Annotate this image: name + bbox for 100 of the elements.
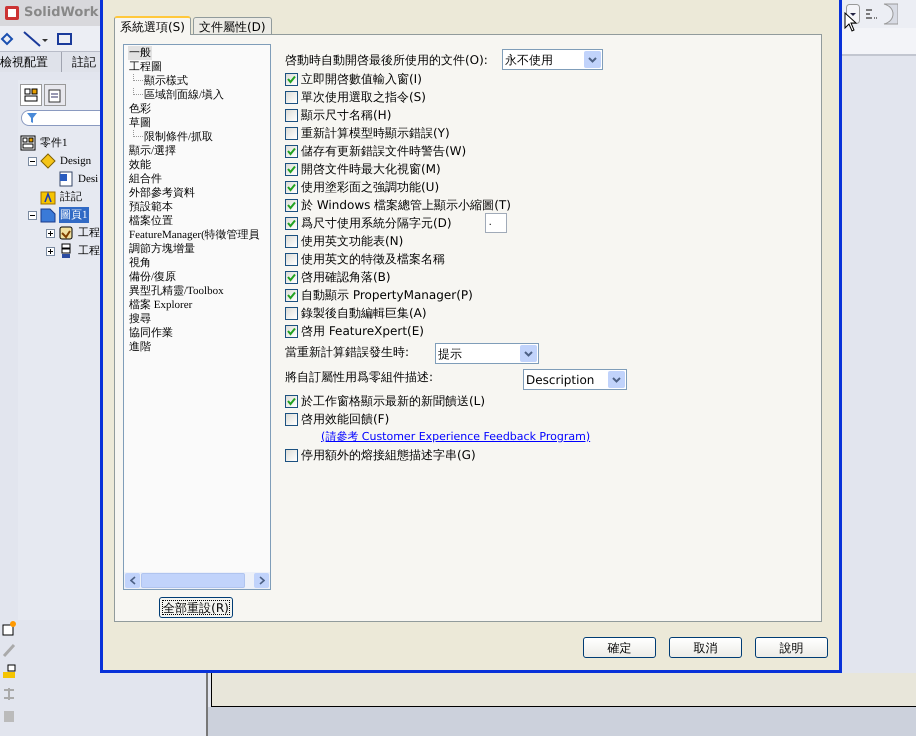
setting-label: 啓動時自動開啓最後所使用的文件(O):: [285, 52, 488, 68]
category-item[interactable]: 色彩: [128, 102, 152, 116]
checkbox-label[interactable]: 使用英文的特徵及檔案名稱: [301, 250, 445, 268]
tree-node-icon: [40, 207, 56, 223]
app-logo-icon: [4, 5, 20, 21]
checked-checkbox[interactable]: [285, 180, 298, 194]
checkbox-label[interactable]: 啓用效能回饋(F): [301, 410, 390, 428]
category-item[interactable]: 進階: [128, 340, 152, 354]
rectangle-tool-icon[interactable]: [56, 32, 74, 46]
checkbox-label[interactable]: 啓用 FeatureXpert(E): [301, 322, 424, 340]
category-item[interactable]: 檔案 Explorer: [128, 298, 194, 312]
expand-toggle-icon[interactable]: [46, 246, 55, 256]
scroll-left-button[interactable]: [125, 573, 140, 588]
shape-tool-icon[interactable]: [0, 32, 14, 46]
checked-checkbox[interactable]: [285, 288, 298, 302]
category-item[interactable]: 區域剖面線/塡入: [143, 88, 226, 102]
checkbox-label[interactable]: 於工作窗格顯示最新的新聞饋送(L): [301, 392, 486, 410]
dialog-button[interactable]: 確定: [583, 637, 656, 658]
dropdown[interactable]: 永不使用: [502, 49, 603, 70]
dialog-tab[interactable]: 系統選項(S): [114, 16, 191, 35]
checkbox-label[interactable]: 啓用確認角落(B): [301, 268, 391, 286]
category-item[interactable]: 調節方塊增量: [128, 242, 196, 256]
scroll-right-button[interactable]: [254, 573, 269, 588]
note-icon[interactable]: [2, 620, 16, 636]
checkbox[interactable]: [285, 252, 298, 266]
category-item[interactable]: 備份/復原: [128, 270, 178, 284]
tree-node-icon: [20, 135, 36, 151]
checkbox[interactable]: [285, 126, 298, 140]
checked-checkbox[interactable]: [285, 198, 298, 212]
tree-item[interactable]: 註記: [59, 188, 83, 206]
checked-checkbox[interactable]: [285, 162, 298, 176]
checkbox-label[interactable]: 單次使用選取之指令(S): [301, 88, 426, 106]
checkbox-label[interactable]: 於 Windows 檔案總管上顯示小縮圖(T): [301, 196, 511, 214]
tree-item[interactable]: Desi: [77, 170, 100, 188]
feature-tree-tab-icon[interactable]: [20, 84, 42, 106]
checkbox-label[interactable]: 重新計算模型時顯示錯誤(Y): [301, 124, 450, 142]
tree-item[interactable]: 圖頁1: [59, 206, 88, 224]
tree-item[interactable]: 工程: [77, 242, 101, 260]
checkbox[interactable]: [285, 412, 298, 426]
dropdown[interactable]: 提示: [435, 343, 540, 364]
setting-label: 當重新計算錯誤發生時:: [285, 344, 410, 361]
view-tab[interactable]: 檢視配置: [0, 52, 62, 72]
category-item[interactable]: 限制條件/抓取: [143, 130, 214, 144]
property-tab-icon[interactable]: [44, 84, 66, 106]
category-item[interactable]: 效能: [128, 158, 152, 172]
collapse-toggle-icon[interactable]: [28, 156, 37, 166]
dialog-button[interactable]: 說明: [755, 637, 828, 658]
checkbox-label[interactable]: 使用塗彩面之強調功能(U): [301, 178, 440, 196]
line-tool-icon[interactable]: [22, 30, 48, 48]
checkbox[interactable]: [285, 90, 298, 104]
checkbox-label[interactable]: 顯示尺寸名稱(H): [301, 106, 392, 124]
category-item[interactable]: 組合件: [128, 172, 163, 186]
list-icon[interactable]: [864, 7, 878, 21]
chevron-left-icon: [130, 576, 136, 585]
feedback-link[interactable]: (請參考 Customer Experience Feedback Program): [321, 428, 590, 446]
checkbox-label[interactable]: 儲存有更新錯誤文件時警告(W): [301, 142, 466, 160]
tree-item[interactable]: Design: [59, 152, 92, 170]
checkbox-label[interactable]: 開啓文件時最大化視窗(M): [301, 160, 441, 178]
category-item[interactable]: 預設範本: [128, 200, 174, 214]
checkbox-label[interactable]: 使用英文功能表(N): [301, 232, 404, 250]
checked-checkbox[interactable]: [285, 394, 298, 408]
category-item[interactable]: 顯示/選擇: [128, 144, 178, 158]
checkbox[interactable]: [285, 108, 298, 122]
scroll-thumb[interactable]: [141, 573, 245, 588]
checkbox[interactable]: [285, 234, 298, 248]
category-item[interactable]: 工程圖: [128, 60, 163, 74]
category-item[interactable]: 搜尋: [128, 312, 152, 326]
dropdown[interactable]: Description: [523, 369, 628, 390]
category-item[interactable]: 草圖: [128, 116, 152, 130]
checked-checkbox[interactable]: [285, 270, 298, 284]
category-item[interactable]: 視角: [128, 256, 152, 270]
tree-item[interactable]: 工程: [77, 224, 101, 242]
dialog-tab[interactable]: 文件屬性(D): [192, 17, 272, 34]
category-item[interactable]: 協同作業: [128, 326, 174, 340]
horizontal-scrollbar[interactable]: [124, 572, 270, 589]
category-item[interactable]: 一般: [128, 46, 152, 60]
checkbox[interactable]: [285, 448, 298, 462]
checked-checkbox[interactable]: [285, 144, 298, 158]
tree-item[interactable]: 零件1: [39, 134, 68, 152]
checkbox-label[interactable]: 停用額外的熔接組態描述字串(G): [301, 446, 476, 464]
folder-icon[interactable]: [2, 664, 16, 680]
collapse-toggle-icon[interactable]: [28, 210, 37, 220]
checked-checkbox[interactable]: [285, 324, 298, 338]
category-item[interactable]: 檔案位置: [128, 214, 174, 228]
category-item[interactable]: 外部參考資料: [128, 186, 196, 200]
checkbox-label[interactable]: 立即開啓數值輸入窗(I): [301, 70, 422, 88]
expand-toggle-icon[interactable]: [46, 228, 55, 238]
checkbox-label[interactable]: 自動顯示 PropertyManager(P): [301, 286, 473, 304]
checkbox-label[interactable]: 爲尺寸使用系統分隔字元(D): [301, 214, 452, 232]
checkbox-label[interactable]: 錄製後自動編輯巨集(A): [301, 304, 427, 322]
category-item[interactable]: 顯示樣式: [143, 74, 189, 88]
checkbox[interactable]: [285, 306, 298, 320]
dialog-button[interactable]: 取消: [669, 637, 742, 658]
category-item[interactable]: 異型孔精靈/Toolbox: [128, 284, 225, 298]
checked-checkbox[interactable]: [285, 216, 298, 230]
checked-checkbox[interactable]: [285, 72, 298, 86]
separator-field[interactable]: .: [484, 213, 507, 233]
category-item[interactable]: FeatureManager(特徵管理員: [128, 228, 261, 242]
reset-all-button[interactable]: 全部重設(R): [159, 597, 233, 618]
setting-label: 將自訂屬性用爲零組件描述:: [285, 369, 434, 386]
